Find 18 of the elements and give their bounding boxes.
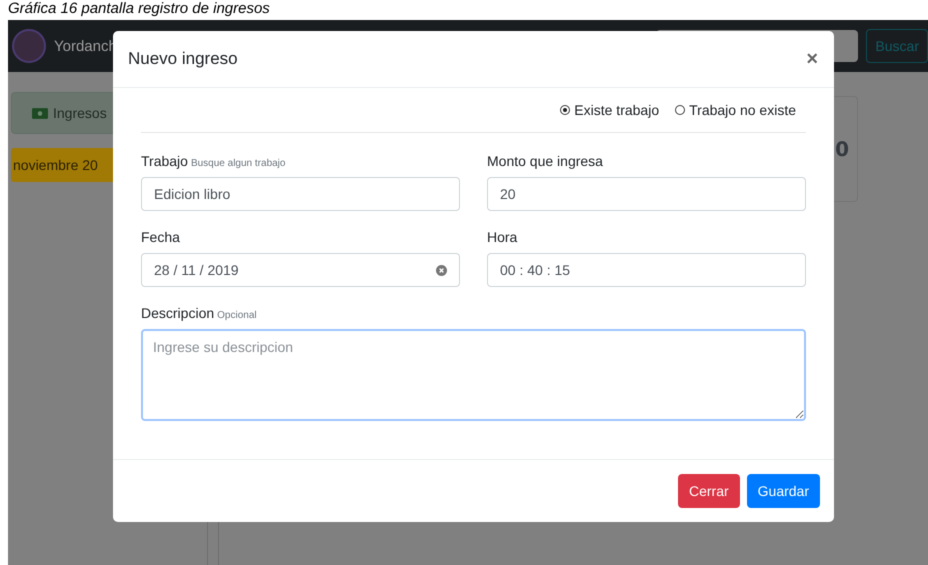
clear-icon[interactable]: [436, 264, 447, 276]
close-button[interactable]: ×: [804, 48, 820, 70]
input-field[interactable]: 00 : 40 : 15: [487, 253, 806, 287]
field-label: Hora: [487, 229, 518, 245]
field-label: Descripcion Opcional: [141, 305, 258, 321]
dialog-button[interactable]: Cerrar: [678, 474, 740, 508]
banknote-icon: [32, 108, 48, 118]
field-label: Monto que ingresa: [487, 153, 604, 169]
modal-title: Nuevo ingreso: [128, 49, 238, 69]
figure-caption: Gráfica 16 pantalla registro de ingresos: [7, 0, 271, 19]
avatar-icon: [12, 29, 46, 63]
input-field[interactable]: Edicion libro: [141, 177, 460, 211]
input-field[interactable]: 20: [487, 177, 806, 211]
field-label: Fecha: [141, 229, 181, 245]
dialog-button[interactable]: Guardar: [746, 474, 820, 508]
input-field[interactable]: 28 / 11 / 2019: [141, 253, 460, 287]
description-field[interactable]: Ingrese su descripcion: [141, 329, 806, 421]
radio-option[interactable]: Existe trabajo: [560, 102, 660, 118]
